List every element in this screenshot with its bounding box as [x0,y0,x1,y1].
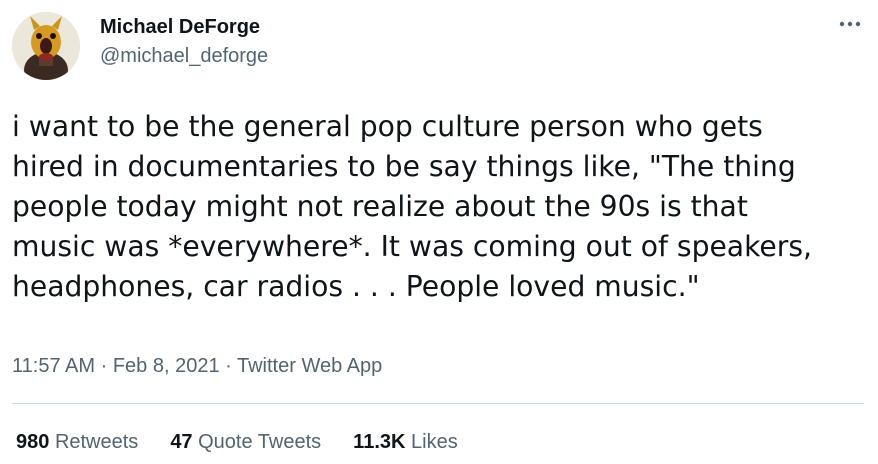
more-options-button[interactable] [836,12,864,36]
tweet-text: i want to be the general pop culture per… [12,110,812,303]
meta-separator: · [95,355,113,377]
tweet-source[interactable]: Twitter Web App [237,355,382,377]
user-handle[interactable]: @michael_deforge [100,43,268,69]
likes-label: Likes [411,431,458,453]
retweets-label: Retweets [54,431,139,453]
likes-stat[interactable]: 11.3K Likes [353,428,458,456]
tweet-stats: 980 Retweets 47 Quote Tweets 11.3K Likes [16,428,490,456]
meta-separator: · [219,355,237,377]
divider [12,403,864,404]
tweet-time[interactable]: 11:57 AM [12,355,95,377]
author-info: Michael DeForge @michael_deforge [100,14,268,69]
tweet: Michael DeForge @michael_deforge i want … [0,0,878,464]
tweet-date[interactable]: Feb 8, 2021 [113,355,220,377]
tweet-meta: 11:57 AM · Feb 8, 2021 · Twitter Web App [12,352,382,380]
quote-tweets-stat[interactable]: 47 Quote Tweets [170,428,321,456]
more-horizontal-icon [839,21,861,27]
likes-count: 11.3K [353,431,406,453]
quote-tweets-count: 47 [170,431,193,453]
display-name[interactable]: Michael DeForge [100,14,268,40]
quote-tweets-label: Quote Tweets [198,431,322,453]
avatar-image [12,12,80,80]
retweets-count: 980 [16,431,50,453]
retweets-stat[interactable]: 980 Retweets [16,428,138,456]
avatar[interactable] [12,12,80,80]
